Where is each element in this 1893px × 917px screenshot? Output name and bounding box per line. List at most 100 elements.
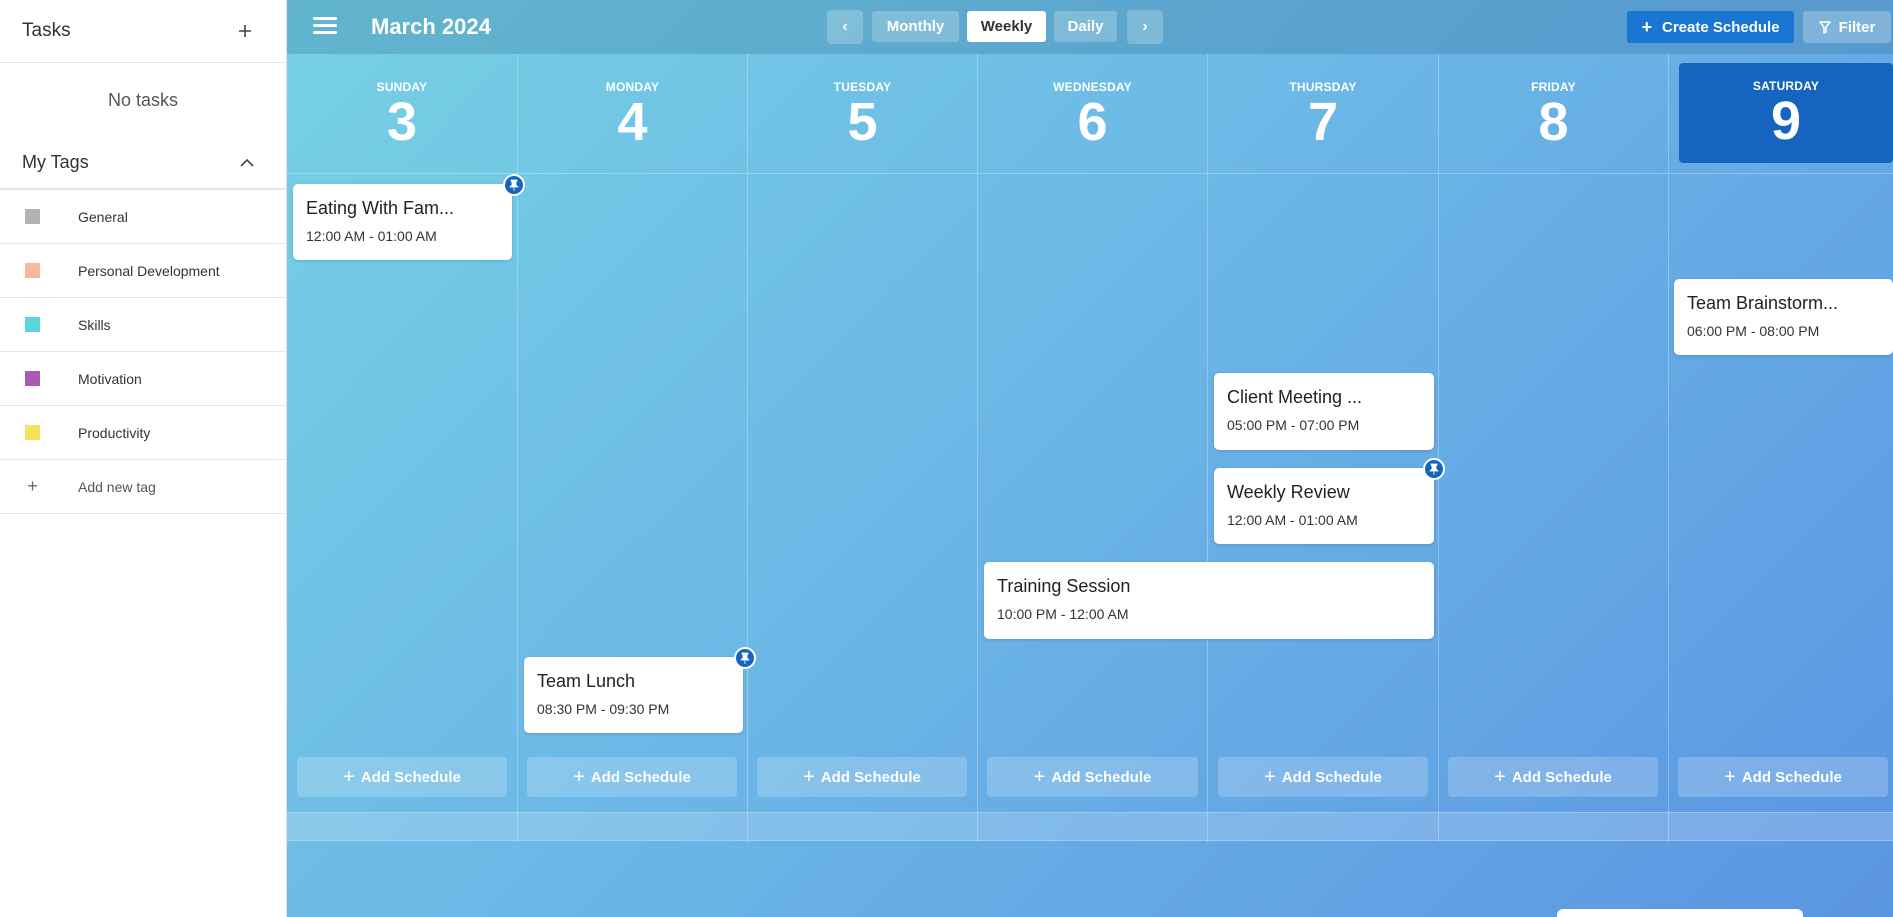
event-time: 05:00 PM - 07:00 PM <box>1227 417 1360 433</box>
day-number: 5 <box>847 92 878 152</box>
day-header[interactable]: SUNDAY 3 <box>287 54 517 174</box>
view-weekly-button[interactable]: Weekly <box>967 11 1046 42</box>
event-time: 06:00 PM - 08:00 PM <box>1687 323 1820 339</box>
event-title: Client Meeting ... <box>1227 387 1363 407</box>
chevron-up-icon[interactable] <box>236 152 258 174</box>
day-column-sunday: SUNDAY 3 <box>287 54 517 842</box>
tags-header[interactable]: My Tags <box>0 137 286 189</box>
view-monthly-button[interactable]: Monthly <box>872 11 959 42</box>
tag-item-personal-development[interactable]: Personal Development <box>0 244 286 298</box>
event-title: Training Session <box>997 576 1131 596</box>
add-new-tag-label: Add new tag <box>78 478 156 495</box>
tag-label: Motivation <box>78 370 142 387</box>
day-header[interactable]: MONDAY 4 <box>518 54 747 174</box>
day-column-tuesday: TUESDAY 5 <box>747 54 977 842</box>
add-task-icon[interactable] <box>234 20 256 42</box>
filter-button[interactable]: Filter <box>1803 11 1891 43</box>
no-tasks-message: No tasks <box>107 89 179 110</box>
chevron-right-icon: › <box>1142 18 1148 35</box>
filter-icon <box>1818 20 1831 34</box>
calendar-main: March 2024 ‹ Monthly Weekly Daily › + Cr… <box>287 0 1893 917</box>
day-number: 9 <box>1770 91 1802 151</box>
add-schedule-label: Add Schedule <box>1511 768 1612 786</box>
menu-icon[interactable] <box>313 17 337 37</box>
add-schedule-button[interactable]: + Add Schedule <box>1218 757 1428 797</box>
add-schedule-label: Add Schedule <box>1051 768 1152 786</box>
event-title: Team Lunch <box>537 671 636 691</box>
add-schedule-button[interactable]: + Add Schedule <box>1678 757 1888 797</box>
plus-icon: + <box>1494 765 1506 788</box>
pin-icon[interactable] <box>503 174 525 196</box>
prev-week-button[interactable]: ‹ <box>827 10 863 44</box>
day-column-friday: FRIDAY 8 <box>1438 54 1668 842</box>
filter-label: Filter <box>1838 18 1876 36</box>
tasks-title: Tasks <box>22 20 71 41</box>
all-day-strip <box>287 812 1893 841</box>
calendar-toolbar: March 2024 ‹ Monthly Weekly Daily › + Cr… <box>287 0 1893 54</box>
event-card-partial[interactable] <box>1557 909 1803 917</box>
plus-icon: + <box>1641 16 1652 37</box>
tag-color-swatch <box>25 371 40 386</box>
create-schedule-button[interactable]: + Create Schedule <box>1627 11 1794 43</box>
add-schedule-button[interactable]: + Add Schedule <box>297 757 507 797</box>
tag-label: General <box>78 208 128 225</box>
tag-color-swatch <box>25 425 40 440</box>
day-header[interactable]: THURSDAY 7 <box>1208 54 1438 174</box>
tag-label: Productivity <box>78 424 151 441</box>
tag-label: Skills <box>78 316 111 333</box>
create-schedule-label: Create Schedule <box>1661 18 1780 36</box>
event-card[interactable]: Eating With Fam... 12:00 AM - 01:00 AM <box>293 174 525 260</box>
tag-item-general[interactable]: General <box>0 190 286 244</box>
tasks-header: Tasks <box>0 0 286 63</box>
day-number: 7 <box>1307 92 1339 152</box>
add-schedule-button[interactable]: + Add Schedule <box>987 757 1198 797</box>
add-schedule-label: Add Schedule <box>1741 768 1842 786</box>
event-card[interactable]: Team Brainstorm... 06:00 PM - 08:00 PM <box>1674 279 1893 355</box>
pin-icon[interactable] <box>1423 458 1445 480</box>
event-card[interactable]: Weekly Review 12:00 AM - 01:00 AM <box>1214 458 1445 544</box>
day-header[interactable]: TUESDAY 5 <box>748 54 977 174</box>
tag-item-productivity[interactable]: Productivity <box>0 406 286 460</box>
day-number: 4 <box>617 92 648 152</box>
page-title: March 2024 <box>371 14 491 39</box>
next-week-button[interactable]: › <box>1127 10 1163 44</box>
day-number: 3 <box>386 92 418 152</box>
plus-icon: + <box>1264 765 1276 788</box>
day-number: 6 <box>1077 92 1108 152</box>
plus-icon: + <box>1033 765 1046 788</box>
add-schedule-button[interactable]: + Add Schedule <box>1448 757 1658 797</box>
day-header-today[interactable]: SATURDAY 9 <box>1679 63 1893 163</box>
event-card[interactable]: Training Session 10:00 PM - 12:00 AM <box>984 562 1434 639</box>
day-header[interactable]: FRIDAY 8 <box>1439 54 1668 174</box>
add-schedule-label: Add Schedule <box>1281 768 1382 786</box>
event-time: 12:00 AM - 01:00 AM <box>1227 512 1358 528</box>
plus-icon: + <box>1724 765 1736 788</box>
add-schedule-label: Add Schedule <box>590 768 691 786</box>
pin-icon[interactable] <box>734 647 756 669</box>
tag-item-motivation[interactable]: Motivation <box>0 352 286 406</box>
view-daily-button[interactable]: Daily <box>1054 11 1117 42</box>
event-card[interactable]: Team Lunch 08:30 PM - 09:30 PM <box>524 647 756 733</box>
plus-icon: + <box>803 765 815 788</box>
day-column-saturday: SATURDAY 9 <box>1668 54 1893 842</box>
add-schedule-label: Add Schedule <box>820 768 921 786</box>
tag-color-swatch <box>25 317 40 332</box>
add-schedule-button[interactable]: + Add Schedule <box>757 757 967 797</box>
add-schedule-button[interactable]: + Add Schedule <box>527 757 737 797</box>
event-time: 08:30 PM - 09:30 PM <box>537 701 670 717</box>
tag-color-swatch <box>25 263 40 278</box>
event-card[interactable]: Client Meeting ... 05:00 PM - 07:00 PM <box>1214 373 1434 450</box>
event-title: Eating With Fam... <box>306 198 455 218</box>
tag-color-swatch <box>25 209 40 224</box>
tag-item-skills[interactable]: Skills <box>0 298 286 352</box>
day-header[interactable]: WEDNESDAY 6 <box>978 54 1207 174</box>
add-schedule-label: Add Schedule <box>360 768 461 786</box>
tags-title: My Tags <box>22 152 89 172</box>
day-number: 8 <box>1538 92 1569 152</box>
chevron-left-icon: ‹ <box>842 18 848 35</box>
add-new-tag-button[interactable]: + Add new tag <box>0 460 286 514</box>
sidebar: Tasks No tasks My Tags General Personal … <box>0 0 287 917</box>
tag-list: General Personal Development Skills Moti… <box>0 189 286 514</box>
event-time: 12:00 AM - 01:00 AM <box>306 228 437 244</box>
plus-icon: + <box>573 765 585 788</box>
